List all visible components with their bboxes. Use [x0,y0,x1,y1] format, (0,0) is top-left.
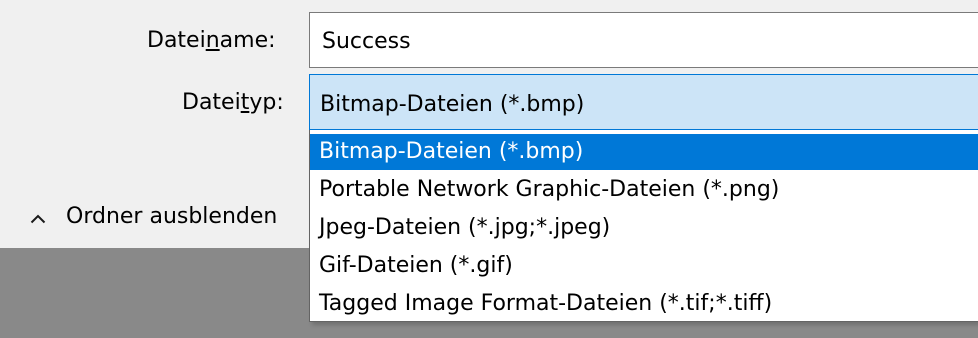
filename-input[interactable]: Success [309,12,978,68]
filetype-option-gif[interactable]: Gif-Dateien (*.gif) [310,248,978,284]
filetype-option-jpeg[interactable]: Jpeg-Dateien (*.jpg;*.jpeg) [310,210,978,246]
hide-folders-button[interactable]: Ordner ausblenden [0,196,309,240]
filename-value: Success [322,29,411,54]
filename-label-suffix: ame: [219,28,276,53]
filetype-select[interactable]: Bitmap-Dateien (*.bmp) [309,74,978,130]
filename-label-prefix: Datei [147,28,206,53]
filename-label-mnemonic: n [205,28,220,53]
filetype-label: Dateityp: [182,92,284,114]
filetype-option-png[interactable]: Portable Network Graphic-Dateien (*.png) [310,172,978,208]
chevron-up-icon [30,214,46,224]
filename-label: Dateiname: [147,30,276,52]
filetype-option-tiff[interactable]: Tagged Image Format-Dateien (*.tif;*.tif… [310,286,978,322]
filetype-option-bmp[interactable]: Bitmap-Dateien (*.bmp) [310,134,978,170]
filetype-label-suffix: yp: [249,90,284,115]
filetype-selected-value: Bitmap-Dateien (*.bmp) [320,92,585,117]
filetype-dropdown-list: Bitmap-Dateien (*.bmp) Portable Network … [309,130,978,322]
filetype-label-prefix: Datei [182,90,241,115]
hide-folders-label: Ordner ausblenden [66,204,278,229]
